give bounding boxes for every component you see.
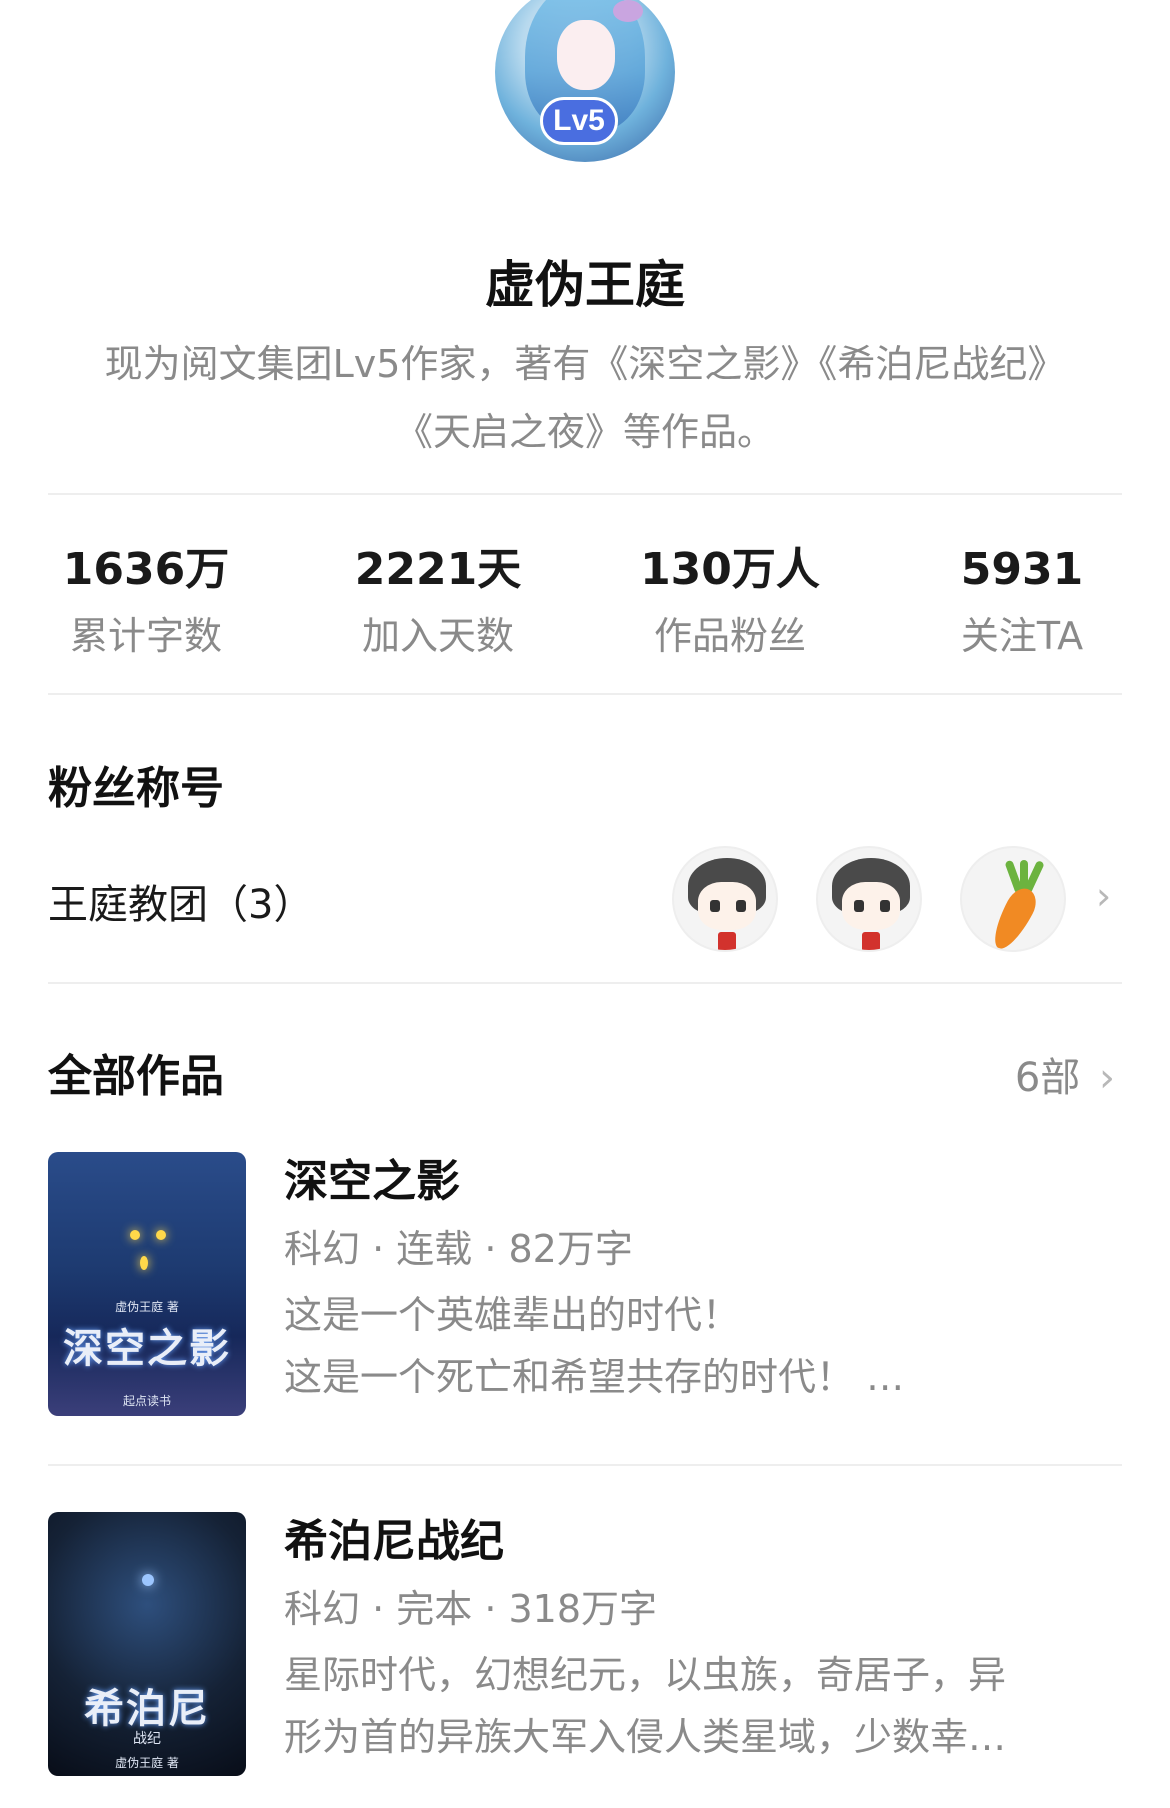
stat-fans[interactable]: 130万人 作品粉丝: [584, 540, 876, 672]
cover-author: 虚伪王庭 著: [115, 1756, 179, 1770]
fan-avatar-3[interactable]: [960, 846, 1066, 952]
book-meta: 科幻 · 完本 · 318万字: [284, 1587, 658, 1631]
works-count: 6部: [1014, 1055, 1081, 1101]
stat-value: 130万人: [640, 544, 820, 595]
stat-label: 作品粉丝: [653, 614, 806, 658]
book-title: 希泊尼战纪: [284, 1516, 504, 1567]
fan-title-heading: 粉丝称号: [48, 763, 224, 814]
cover-title: 希泊尼: [84, 1685, 210, 1732]
bio-line-2: 《天启之夜》等作品。: [394, 410, 775, 454]
book-description: 这是一个英雄辈出的时代！ 这是一个死亡和希望共存的时代！ …: [284, 1284, 1122, 1408]
stat-value: 2221天: [354, 544, 522, 595]
divider: [48, 1464, 1122, 1466]
level-badge: Lv5: [540, 97, 618, 145]
chevron-right-icon: ›: [1096, 874, 1112, 918]
book-description: 星际时代，幻想纪元，以虫族，奇居子，异 形为首的异族大军入侵人类星域，少数幸…: [284, 1644, 1122, 1768]
stat-label: 关注TA: [960, 614, 1084, 658]
stats-row: 1636万 累计字数 2221天 加入天数 130万人 作品粉丝 5931 关注…: [0, 540, 1170, 672]
stat-value: 5931: [960, 544, 1084, 595]
fan-avatar-2[interactable]: [816, 846, 922, 952]
book-desc-line-2: 形为首的异族大军入侵人类星域，少数幸…: [284, 1715, 1007, 1759]
divider: [48, 982, 1122, 984]
bio-line-1: 现为阅文集团Lv5作家，著有《深空之影》《希泊尼战纪》: [104, 342, 1066, 386]
works-count-link[interactable]: 6部 ›: [1015, 1045, 1115, 1103]
author-profile-page: Lv5 虚伪王庭 现为阅文集团Lv5作家，著有《深空之影》《希泊尼战纪》 《天启…: [0, 0, 1170, 1808]
stat-following[interactable]: 5931 关注TA: [876, 540, 1168, 672]
author-bio: 现为阅文集团Lv5作家，著有《深空之影》《希泊尼战纪》 《天启之夜》等作品。: [55, 330, 1115, 466]
divider: [48, 493, 1122, 495]
book-info: 希泊尼战纪 科幻 · 完本 · 318万字 星际时代，幻想纪元，以虫族，奇居子，…: [284, 1512, 1122, 1768]
stat-value: 1636万: [62, 544, 230, 595]
cover-title: 深空之影: [63, 1325, 231, 1372]
fan-group-label: 王庭教团（3）: [48, 882, 314, 928]
works-heading: 全部作品: [48, 1051, 224, 1102]
chevron-right-icon: ›: [1099, 1055, 1115, 1101]
book-meta: 科幻 · 连载 · 82万字: [284, 1227, 633, 1271]
book-cover: 虚伪王庭 著 深空之影 起点读书: [48, 1152, 246, 1416]
book-desc-line-1: 这是一个英雄辈出的时代！: [284, 1293, 741, 1337]
fan-group-row[interactable]: 王庭教团（3） ›: [48, 842, 1122, 954]
author-name: 虚伪王庭: [485, 256, 685, 314]
stat-label: 加入天数: [361, 614, 514, 658]
book-item-1[interactable]: 虚伪王庭 著 深空之影 起点读书 深空之影 科幻 · 连载 · 82万字 这是一…: [48, 1152, 1122, 1416]
book-cover: 希泊尼 战纪 虚伪王庭 著: [48, 1512, 246, 1776]
cover-subtitle: 战纪: [133, 1731, 161, 1747]
book-desc-line-2: 这是一个死亡和希望共存的时代！ …: [284, 1355, 905, 1399]
divider: [48, 693, 1122, 695]
book-desc-line-1: 星际时代，幻想纪元，以虫族，奇居子，异: [284, 1653, 1007, 1697]
book-info: 深空之影 科幻 · 连载 · 82万字 这是一个英雄辈出的时代！ 这是一个死亡和…: [284, 1152, 1122, 1408]
cover-brand: 起点读书: [122, 1394, 171, 1408]
stat-word-count: 1636万 累计字数: [0, 540, 292, 672]
stat-join-days: 2221天 加入天数: [292, 540, 584, 672]
cover-author: 虚伪王庭 著: [115, 1300, 179, 1314]
book-item-2[interactable]: 希泊尼 战纪 虚伪王庭 著 希泊尼战纪 科幻 · 完本 · 318万字 星际时代…: [48, 1512, 1122, 1776]
book-title: 深空之影: [284, 1156, 460, 1207]
author-avatar[interactable]: Lv5: [495, 0, 675, 162]
stat-label: 累计字数: [69, 614, 222, 658]
fan-avatar-1[interactable]: [672, 846, 778, 952]
